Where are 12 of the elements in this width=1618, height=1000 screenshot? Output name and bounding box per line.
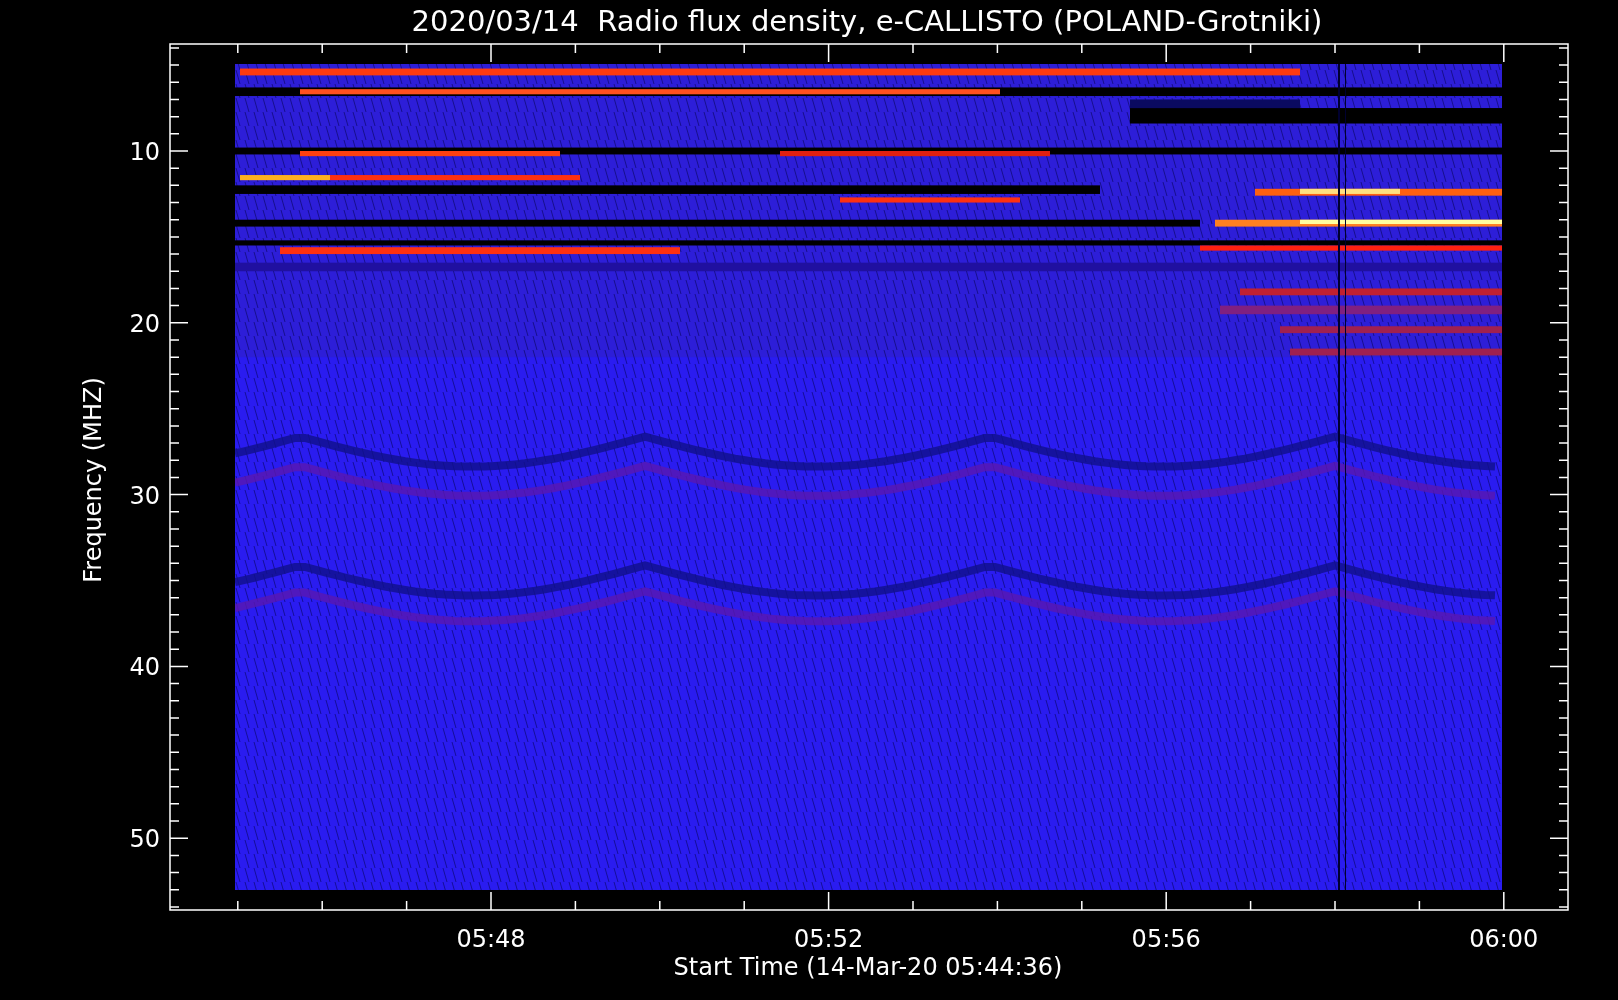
plot-title: 2020/03/14 Radio flux density, e-CALLISTO (POLAND-Grotniki) [411,4,1323,38]
y-tick-label: 10 [129,138,160,166]
y-tick-label: 50 [129,825,160,854]
x-tick-label: 05:52 [794,925,864,953]
y-tick-label: 40 [129,653,160,682]
x-axis-label: Start Time (14-Mar-20 05:44:36) [673,953,1063,981]
x-tick-label: 06:00 [1469,925,1539,953]
x-tick-label: 05:48 [456,925,526,953]
y-tick-label: 20 [129,309,160,338]
y-axis-label: Frequency (MHZ) [79,377,107,583]
y-tick-label: 30 [129,481,160,510]
x-tick-label: 05:56 [1131,925,1201,953]
